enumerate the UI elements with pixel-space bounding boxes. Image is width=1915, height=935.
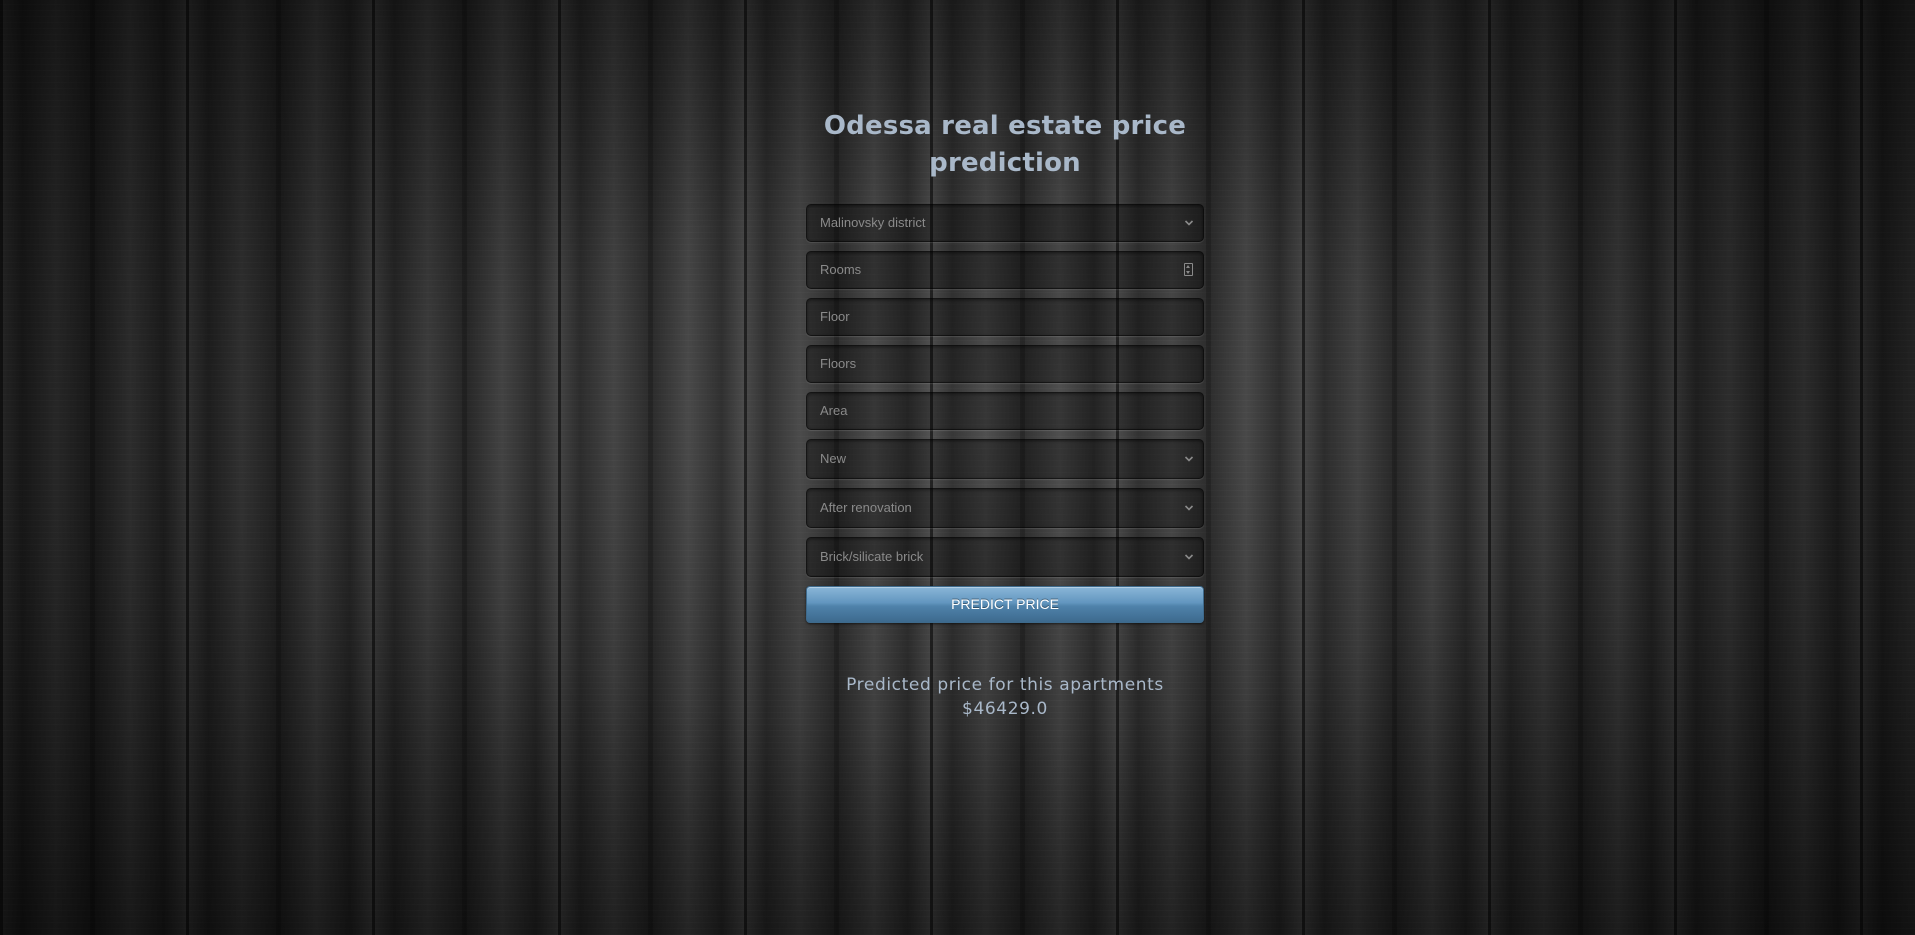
floor-input[interactable]: Floor xyxy=(806,298,1204,336)
chevron-down-icon xyxy=(1184,205,1196,241)
wall-material-select[interactable]: Brick/silicate brick xyxy=(806,537,1204,577)
rooms-input[interactable]: Rooms xyxy=(806,251,1204,289)
prediction-result: Predicted price for this apartments $464… xyxy=(806,673,1204,721)
prediction-result-label: Predicted price for this apartments xyxy=(846,675,1164,695)
number-spinner-icon[interactable] xyxy=(1184,263,1193,276)
condition-select-value: New xyxy=(820,451,847,466)
chevron-down-icon xyxy=(1184,440,1196,478)
area-placeholder: Area xyxy=(820,403,848,418)
district-select[interactable]: Malinovsky district xyxy=(806,204,1204,242)
wall-material-select-value: Brick/silicate brick xyxy=(820,549,924,564)
renovation-select[interactable]: After renovation xyxy=(806,488,1204,528)
area-input[interactable]: Area xyxy=(806,392,1204,430)
prediction-form-container: Odessa real estate price prediction Mali… xyxy=(806,108,1204,721)
floors-placeholder: Floors xyxy=(820,356,857,371)
page-title: Odessa real estate price prediction xyxy=(823,111,1187,178)
rooms-placeholder: Rooms xyxy=(820,262,862,277)
condition-select[interactable]: New xyxy=(806,439,1204,479)
prediction-result-value: $46429.0 xyxy=(962,699,1048,719)
floors-input[interactable]: Floors xyxy=(806,345,1204,383)
renovation-select-value: After renovation xyxy=(820,500,912,515)
floor-placeholder: Floor xyxy=(820,309,850,324)
chevron-down-icon xyxy=(1184,538,1196,576)
predict-price-button[interactable]: PREDICT PRICE xyxy=(806,586,1204,623)
district-select-value: Malinovsky district xyxy=(820,215,926,230)
chevron-down-icon xyxy=(1184,489,1196,527)
